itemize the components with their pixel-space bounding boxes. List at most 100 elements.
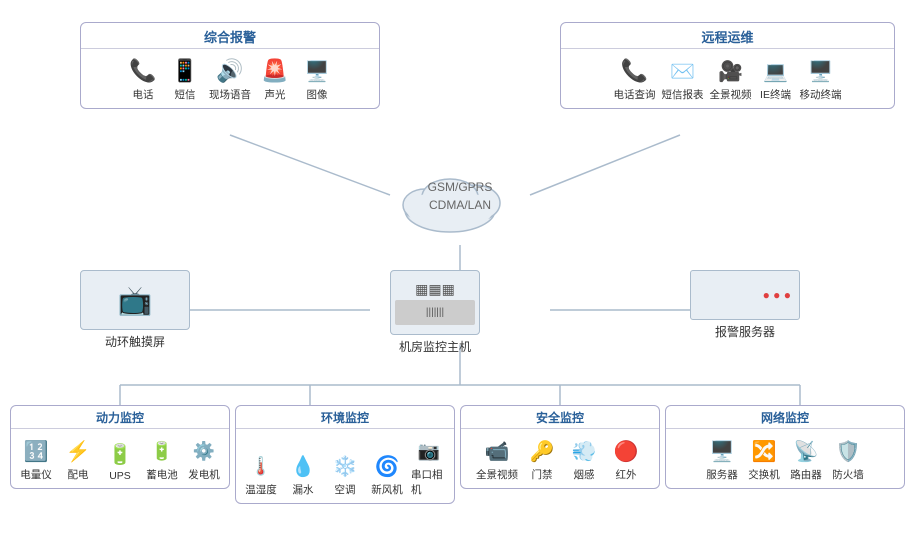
network-router-label: 路由器 [790, 467, 822, 482]
remote-sms-label: 短信报表 [662, 87, 704, 102]
network-firewall: 🛡️ 防火墙 [830, 437, 866, 482]
gen-icon: ⚙️ [188, 437, 220, 465]
fan-icon: 🌀 [371, 452, 403, 480]
cloud-label: GSM/GPRSCDMA/LAN [380, 178, 540, 214]
alarm-light: 🚨 声光 [257, 57, 293, 102]
network-title: 网络监控 [666, 406, 904, 429]
env-temp: 🌡️ 温湿度 [243, 452, 279, 497]
env-water-label: 漏水 [293, 482, 314, 497]
alarm-icons: 📞 电话 📱 短信 🔊 现场语音 🚨 声光 🖥️ 图像 [81, 53, 379, 108]
switch-icon: 🔀 [748, 437, 780, 465]
security-smoke-label: 烟感 [574, 467, 595, 482]
remote-ie-label: IE终端 [760, 87, 791, 102]
touch-screen-host: 📺 动环触摸屏 [80, 270, 190, 350]
server-icon: 🖥️ [706, 437, 738, 465]
alert-server-icon: ● ● ● [763, 288, 791, 302]
network-firewall-label: 防火墙 [832, 467, 864, 482]
alarm-sms: 📱 短信 [167, 57, 203, 102]
network-icons: 🖥️ 服务器 🔀 交换机 📡 路由器 🛡️ 防火墙 [666, 433, 904, 488]
power-battery-label: 蓄电池 [146, 467, 178, 482]
remote-title: 远程运维 [561, 23, 894, 49]
power-meter-label: 电量仪 [20, 467, 52, 482]
main-host: ▦▦▦ ||||||| 机房监控主机 [390, 270, 480, 355]
touch-screen-icon: 📺 [118, 284, 153, 317]
router-icon: 📡 [790, 437, 822, 465]
env-icons: 🌡️ 温湿度 💧 漏水 ❄️ 空调 🌀 新风机 📷 串口相机 [236, 433, 454, 503]
dist-icon: ⚡ [62, 437, 94, 465]
ups-icon: 🔋 [104, 440, 136, 468]
remote-call: 📞 电话查询 [614, 57, 656, 102]
touch-screen-image: 📺 [80, 270, 190, 330]
alarm-title: 综合报警 [81, 23, 379, 49]
mobile-icon: 🖥️ [805, 57, 837, 85]
battery-icon: 🔋 [146, 437, 178, 465]
camera-icon: 📷 [413, 437, 445, 465]
alarm-voice-label: 现场语音 [209, 87, 251, 102]
security-ir: 🔴 红外 [608, 437, 644, 482]
security-cam: 📹 全景视频 [476, 437, 518, 482]
power-gen-label: 发电机 [188, 467, 220, 482]
remote-video: 🎥 全景视频 [710, 57, 752, 102]
network-server-label: 服务器 [706, 467, 738, 482]
network-server: 🖥️ 服务器 [704, 437, 740, 482]
network-box: 网络监控 🖥️ 服务器 🔀 交换机 📡 路由器 🛡️ 防火墙 [665, 405, 905, 489]
remote-sms: ✉️ 短信报表 [662, 57, 704, 102]
ie-icon: 💻 [760, 57, 792, 85]
env-box: 环境监控 🌡️ 温湿度 💧 漏水 ❄️ 空调 🌀 新风机 📷 串口相机 [235, 405, 455, 504]
firewall-icon: 🛡️ [832, 437, 864, 465]
env-temp-label: 温湿度 [245, 482, 277, 497]
meter-icon: 🔢 [20, 437, 52, 465]
diagram: 综合报警 📞 电话 📱 短信 🔊 现场语音 🚨 声光 🖥️ 图像 [0, 0, 921, 537]
power-box: 动力监控 🔢 电量仪 ⚡ 配电 🔋 UPS 🔋 蓄电池 ⚙️ 发电机 [10, 405, 230, 489]
main-host-icon: ▦▦▦ [415, 281, 455, 298]
power-icons: 🔢 电量仪 ⚡ 配电 🔋 UPS 🔋 蓄电池 ⚙️ 发电机 [11, 433, 229, 488]
env-water: 💧 漏水 [285, 452, 321, 497]
power-ups: 🔋 UPS [102, 440, 138, 482]
security-icons: 📹 全景视频 🔑 门禁 💨 烟感 🔴 红外 [461, 433, 659, 488]
env-ac: ❄️ 空调 [327, 452, 363, 497]
security-door-label: 门禁 [532, 467, 553, 482]
ac-icon: ❄️ [329, 452, 361, 480]
power-battery: 🔋 蓄电池 [144, 437, 180, 482]
alarm-phone: 📞 电话 [125, 57, 161, 102]
remote-video-label: 全景视频 [710, 87, 752, 102]
power-dist-label: 配电 [68, 467, 89, 482]
temp-icon: 🌡️ [245, 452, 277, 480]
alert-server-label: 报警服务器 [715, 323, 775, 340]
alarm-phone-label: 电话 [133, 87, 154, 102]
network-router: 📡 路由器 [788, 437, 824, 482]
image-icon: 🖥️ [301, 57, 333, 85]
sms-icon: 📱 [169, 57, 201, 85]
water-icon: 💧 [287, 452, 319, 480]
power-gen: ⚙️ 发电机 [186, 437, 222, 482]
speaker-icon: 🔊 [214, 57, 246, 85]
alarm-box: 综合报警 📞 电话 📱 短信 🔊 现场语音 🚨 声光 🖥️ 图像 [80, 22, 380, 109]
door-icon: 🔑 [526, 437, 558, 465]
remote-box: 远程运维 📞 电话查询 ✉️ 短信报表 🎥 全景视频 💻 IE终端 🖥️ 移动终… [560, 22, 895, 109]
alarm-sms-label: 短信 [175, 87, 196, 102]
phone-icon: 📞 [127, 57, 159, 85]
main-host-bottom: ||||||| [395, 300, 475, 325]
alarm-image-label: 图像 [307, 87, 328, 102]
security-ir-label: 红外 [616, 467, 637, 482]
sms2-icon: ✉️ [667, 57, 699, 85]
network-switch: 🔀 交换机 [746, 437, 782, 482]
alarm-image: 🖥️ 图像 [299, 57, 335, 102]
main-host-image: ▦▦▦ ||||||| [390, 270, 480, 335]
remote-mobile-label: 移动终端 [800, 87, 842, 102]
main-host-label: 机房监控主机 [399, 338, 471, 355]
cam-icon: 📹 [481, 437, 513, 465]
env-title: 环境监控 [236, 406, 454, 429]
alert-server-image: ● ● ● [690, 270, 800, 320]
power-meter: 🔢 电量仪 [18, 437, 54, 482]
security-cam-label: 全景视频 [476, 467, 518, 482]
remote-ie: 💻 IE终端 [758, 57, 794, 102]
remote-icons: 📞 电话查询 ✉️ 短信报表 🎥 全景视频 💻 IE终端 🖥️ 移动终端 [561, 53, 894, 108]
video360-icon: 🎥 [715, 57, 747, 85]
cloud-network: GSM/GPRSCDMA/LAN [380, 160, 540, 240]
ir-icon: 🔴 [610, 437, 642, 465]
alert-server-host: ● ● ● 报警服务器 [690, 270, 800, 340]
env-fan: 🌀 新风机 [369, 452, 405, 497]
alarm-icon: 🚨 [259, 57, 291, 85]
env-fan-label: 新风机 [371, 482, 403, 497]
